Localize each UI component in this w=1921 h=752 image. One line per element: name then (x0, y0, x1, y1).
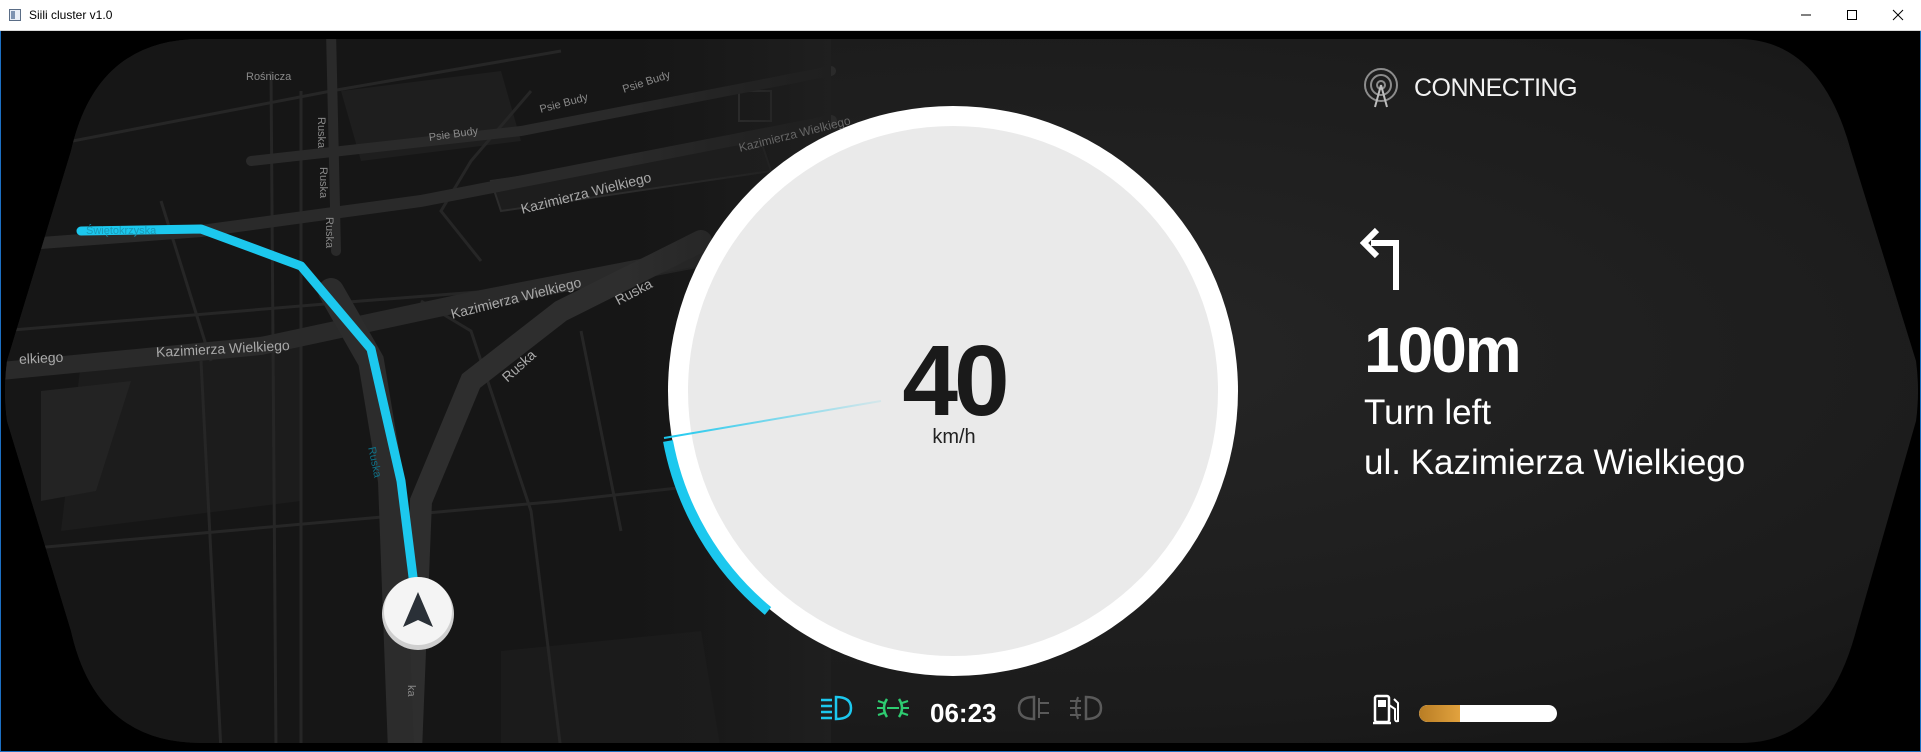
low-beam-icon (821, 695, 853, 721)
left-indicator-icon (1017, 695, 1049, 721)
maximize-button[interactable] (1829, 0, 1875, 30)
fuel-pump-icon (1373, 694, 1399, 725)
minimize-button[interactable] (1783, 0, 1829, 30)
clock: 06:23 (930, 698, 997, 728)
map-label: Ruska (315, 117, 327, 149)
map-label: elkiego (18, 348, 64, 367)
turn-left-arrow-icon (1360, 227, 1399, 290)
map-label: Ruska (317, 167, 329, 199)
window-border (0, 31, 1, 752)
maneuver-text: Turn left (1364, 393, 1492, 432)
speed-unit: km/h (932, 426, 976, 448)
minimize-icon (1801, 14, 1811, 16)
close-icon (1892, 9, 1904, 21)
map-label: Rośnicza (246, 71, 292, 83)
fuel-level-fill (1419, 705, 1461, 722)
fog-light-icon (1070, 695, 1103, 721)
map-label: ka (405, 685, 417, 697)
speed-value: 40 (902, 325, 1009, 437)
maximize-icon (1847, 10, 1857, 20)
parking-lights-icon (877, 698, 909, 718)
distance-to-turn: 100m (1364, 314, 1522, 386)
close-button[interactable] (1875, 0, 1921, 30)
street-name: ul. Kazimierza Wielkiego (1364, 443, 1746, 482)
instrument-cluster: Rośnicza Psie Budy Psie Budy Psie Budy R… (1, 31, 1920, 751)
app-icon (9, 9, 21, 21)
map-label: Ruska (323, 217, 335, 249)
window-titlebar: Siili cluster v1.0 (0, 0, 1921, 31)
antenna-icon (1364, 68, 1398, 108)
map-label: Świętokrzyska (86, 225, 157, 237)
fuel-gauge (1419, 705, 1557, 722)
connection-status: CONNECTING (1414, 74, 1578, 102)
window-title: Siili cluster v1.0 (29, 8, 113, 22)
